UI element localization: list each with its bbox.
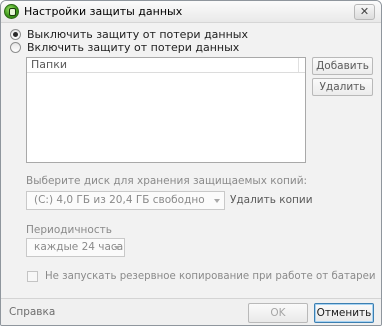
delete-copies-button[interactable]: Удалить копии — [230, 194, 313, 206]
dialog-footer: Справка OK Отменить — [1, 298, 381, 325]
add-folder-button[interactable]: Добавить — [312, 57, 373, 75]
battery-option[interactable]: Не запускать резервное копирование при р… — [27, 271, 376, 282]
radio-enable-protection[interactable]: Включить защиту от потери данных — [10, 40, 239, 54]
radio-button-unchecked[interactable] — [10, 41, 21, 53]
battery-checkbox-label: Не запускать резервное копирование при р… — [45, 271, 376, 282]
radio-disable-protection[interactable]: Выключить защиту от потери данных — [10, 27, 248, 41]
dialog-title: Настройки защиты данных — [24, 5, 183, 18]
period-select[interactable]: каждые 24 часа — [26, 238, 125, 257]
close-icon: ✕ — [359, 5, 370, 18]
battery-checkbox[interactable] — [27, 271, 38, 282]
chevron-down-icon — [214, 199, 220, 203]
disk-select-value: (C:) 4,0 ГБ из 20,4 ГБ свободно — [34, 194, 205, 206]
ok-button[interactable]: OK — [248, 303, 308, 323]
close-button[interactable]: ✕ — [354, 4, 375, 20]
radio-label-enable: Включить защиту от потери данных — [27, 40, 240, 54]
disk-select-label: Выберите диск для хранения защищаемых ко… — [26, 175, 308, 187]
folders-column-header[interactable]: Папки — [27, 58, 305, 73]
period-label: Периодичность — [26, 224, 112, 236]
disk-select[interactable]: (C:) 4,0 ГБ из 20,4 ГБ свободно — [26, 191, 225, 210]
cancel-button[interactable]: Отменить — [314, 303, 374, 323]
settings-dialog: Настройки защиты данных ✕ Выключить защи… — [0, 0, 382, 326]
radio-button-checked[interactable] — [10, 28, 21, 40]
remove-folder-button[interactable]: Удалить — [312, 78, 373, 96]
chevron-down-icon — [114, 246, 120, 250]
title-bar[interactable]: Настройки защиты данных ✕ — [1, 1, 381, 23]
radio-label-disable: Выключить защиту от потери данных — [27, 27, 248, 41]
folders-list[interactable]: Папки — [26, 57, 306, 163]
lock-shield-icon — [4, 4, 19, 19]
period-select-value: каждые 24 часа — [34, 241, 124, 253]
help-link[interactable]: Справка — [9, 306, 55, 318]
